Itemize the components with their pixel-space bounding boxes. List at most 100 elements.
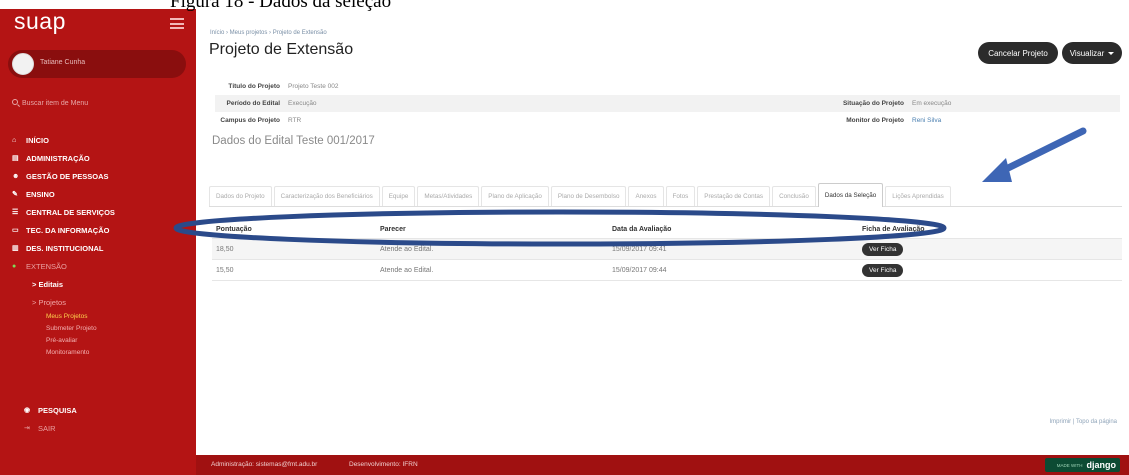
document-caption: Figura 18 - Dados da seleção [0,0,460,12]
tab-prestacao-contas[interactable]: Prestação de Contas [697,186,771,206]
sidebar-item-projetos[interactable]: > Projetos [0,293,196,311]
menu-item-gestao-pessoas[interactable]: ☻ GESTÃO DE PESSOAS [0,167,196,185]
menu-item-des-institucional[interactable]: ▥ DES. INSTITUCIONAL [0,239,196,257]
hamburger-menu-icon[interactable] [170,18,184,29]
search-placeholder: Buscar item de Menu [22,100,89,107]
column-header-parecer[interactable]: Parecer [380,226,406,233]
view-sheet-button[interactable]: Ver Ficha [862,263,904,277]
menu-item-central-servicos[interactable]: ☰ CENTRAL DE SERVIÇOS [0,203,196,221]
tab-conclusao[interactable]: Conclusão [772,186,816,206]
cell-data: 15/09/2017 09:41 [612,245,667,253]
research-icon: ◉ [24,407,31,414]
info-value: Em execução [912,100,952,107]
chevron-down-icon [1108,51,1115,55]
column-header-data[interactable]: Data da Avaliação [612,226,671,233]
footer-admin: Administração: sistemas@fmt.adu.br [211,461,318,468]
column-header-pontuacao[interactable]: Pontuação [216,226,252,233]
info-label: Período do Edital [226,100,280,107]
sidebar: suap Tatiane Cunha Buscar item de Menu ⌂… [0,0,196,475]
menu-label: EXTENSÃO [26,261,67,271]
sidebar-item-editais[interactable]: > Editais [0,275,196,293]
table-row: 15,50 Atende ao Edital. 15/09/2017 09:44… [212,260,1122,281]
column-header-ficha[interactable]: Ficha de Avaliação [862,226,925,233]
cell-parecer: Atende ao Edital. [380,266,434,274]
search-icon [12,99,18,105]
menu-label: ENSINO [26,189,55,199]
info-label: Monitor do Projeto [846,117,904,124]
cell-parecer: Atende ao Edital. [380,245,434,253]
tab-dados-projeto[interactable]: Dados do Projeto [209,186,272,206]
tab-metas[interactable]: Metas/Atividades [417,186,480,206]
menu-label: INÍCIO [26,135,49,145]
sidebar-subitem-monitoramento[interactable]: Monitoramento [0,347,196,359]
people-icon: ☻ [12,172,20,180]
tab-dados-selecao[interactable]: Dados da Seleção [817,183,884,207]
logo[interactable]: suap [14,8,66,35]
menu-item-ensino[interactable]: ✎ ENSINO [0,185,196,203]
cancel-project-button[interactable]: Cancelar Projeto [978,42,1058,64]
monitor-link[interactable]: Reni Silva [912,117,941,124]
table-row: 18,50 Atende ao Edital. 15/09/2017 09:41… [212,239,1122,260]
cell-data: 15/09/2017 09:44 [612,266,667,274]
info-row-titulo: Título do Projeto Projeto Teste 002 [215,78,1120,95]
info-value: RTR [288,117,302,124]
tab-anexos[interactable]: Anexos [628,186,664,206]
cell-pontuacao: 15,50 [216,266,234,274]
breadcrumb[interactable]: Início › Meus projetos › Projeto de Exte… [210,30,327,36]
cell-pontuacao: 18,50 [216,245,234,253]
view-dropdown-button[interactable]: Visualizar [1062,42,1122,64]
info-row-periodo: Período do Edital Execução Situação do P… [215,95,1120,112]
cell-ficha: Ver Ficha [862,263,904,277]
django-badge[interactable]: MADE WITH django [1045,458,1120,472]
page: suap Tatiane Cunha Buscar item de Menu ⌂… [0,0,1129,475]
home-icon: ⌂ [12,136,17,144]
menu-item-pesquisa[interactable]: ◉ PESQUISA [12,401,77,419]
footer-dev: Desenvolvimento: IFRN [349,461,418,468]
django-small: MADE WITH [1056,462,1083,468]
django-label: django [1086,460,1117,470]
tab-equipe[interactable]: Equipe [381,186,416,206]
services-icon: ☰ [12,209,19,216]
tab-plano-desembolso[interactable]: Plano de Desembolso [550,186,627,206]
table-header-row: Pontuação Parecer Data da Avaliação Fich… [212,220,1122,239]
footer-links[interactable]: Imprimir | Topo da página [1050,419,1117,425]
info-label: Situação do Projeto [842,100,904,107]
selection-table: Pontuação Parecer Data da Avaliação Fich… [212,220,1122,281]
info-label: Título do Projeto [228,83,280,90]
menu-item-sair[interactable]: ⇥ SAIR [12,419,56,437]
menu-label: DES. INSTITUCIONAL [26,243,104,253]
sidebar-subitem-pre-avaliar[interactable]: Pré-avaliar [0,335,196,347]
menu-label: TEC. DA INFORMAÇÃO [26,225,110,235]
info-value: Projeto Teste 002 [288,83,339,90]
sidebar-subitem-submeter-projeto[interactable]: Submeter Projeto [0,323,196,335]
menu-item-tec-informacao[interactable]: ▭ TEC. DA INFORMAÇÃO [0,221,196,239]
monitor-icon: ▭ [12,227,19,234]
section-title: Dados do Edital Teste 001/2017 [212,135,375,147]
sidebar-subitem-meus-projetos[interactable]: Meus Projetos [0,311,196,323]
info-label: Campus do Projeto [220,117,280,124]
admin-icon: ▤ [12,155,19,162]
menu-label: PESQUISA [38,405,77,415]
menu-label: CENTRAL DE SERVIÇOS [26,207,115,217]
tab-licoes-aprendidas[interactable]: Lições Aprendidas [885,186,951,206]
tab-plano-aplicacao[interactable]: Plano de Aplicação [481,186,549,206]
logout-icon: ⇥ [24,425,30,432]
sidebar-menu: ⌂ INÍCIO ▤ ADMINISTRAÇÃO ☻ GESTÃO DE PESSOA… [0,131,196,359]
menu-label: ADMINISTRAÇÃO [26,153,90,163]
menu-item-administracao[interactable]: ▤ ADMINISTRAÇÃO [0,149,196,167]
info-value: Execução [288,100,317,107]
menu-search[interactable]: Buscar item de Menu [12,99,88,107]
tab-fotos[interactable]: Fotos [665,186,696,206]
avatar [12,53,34,75]
info-row-campus: Campus do Projeto RTR Monitor do Projeto… [215,112,1120,129]
user-box[interactable]: Tatiane Cunha [8,50,186,78]
extension-icon: ● [12,262,17,270]
menu-label: GESTÃO DE PESSOAS [26,171,109,181]
menu-item-inicio[interactable]: ⌂ INÍCIO [0,131,196,149]
view-label: Visualizar [1069,48,1105,58]
tab-caracterizacao[interactable]: Caracterização dos Beneficiários [273,186,380,206]
menu-item-extensao[interactable]: ● EXTENSÃO [0,257,196,275]
pencil-icon: ✎ [12,191,18,198]
cell-ficha: Ver Ficha [862,242,904,256]
view-sheet-button[interactable]: Ver Ficha [862,242,904,256]
